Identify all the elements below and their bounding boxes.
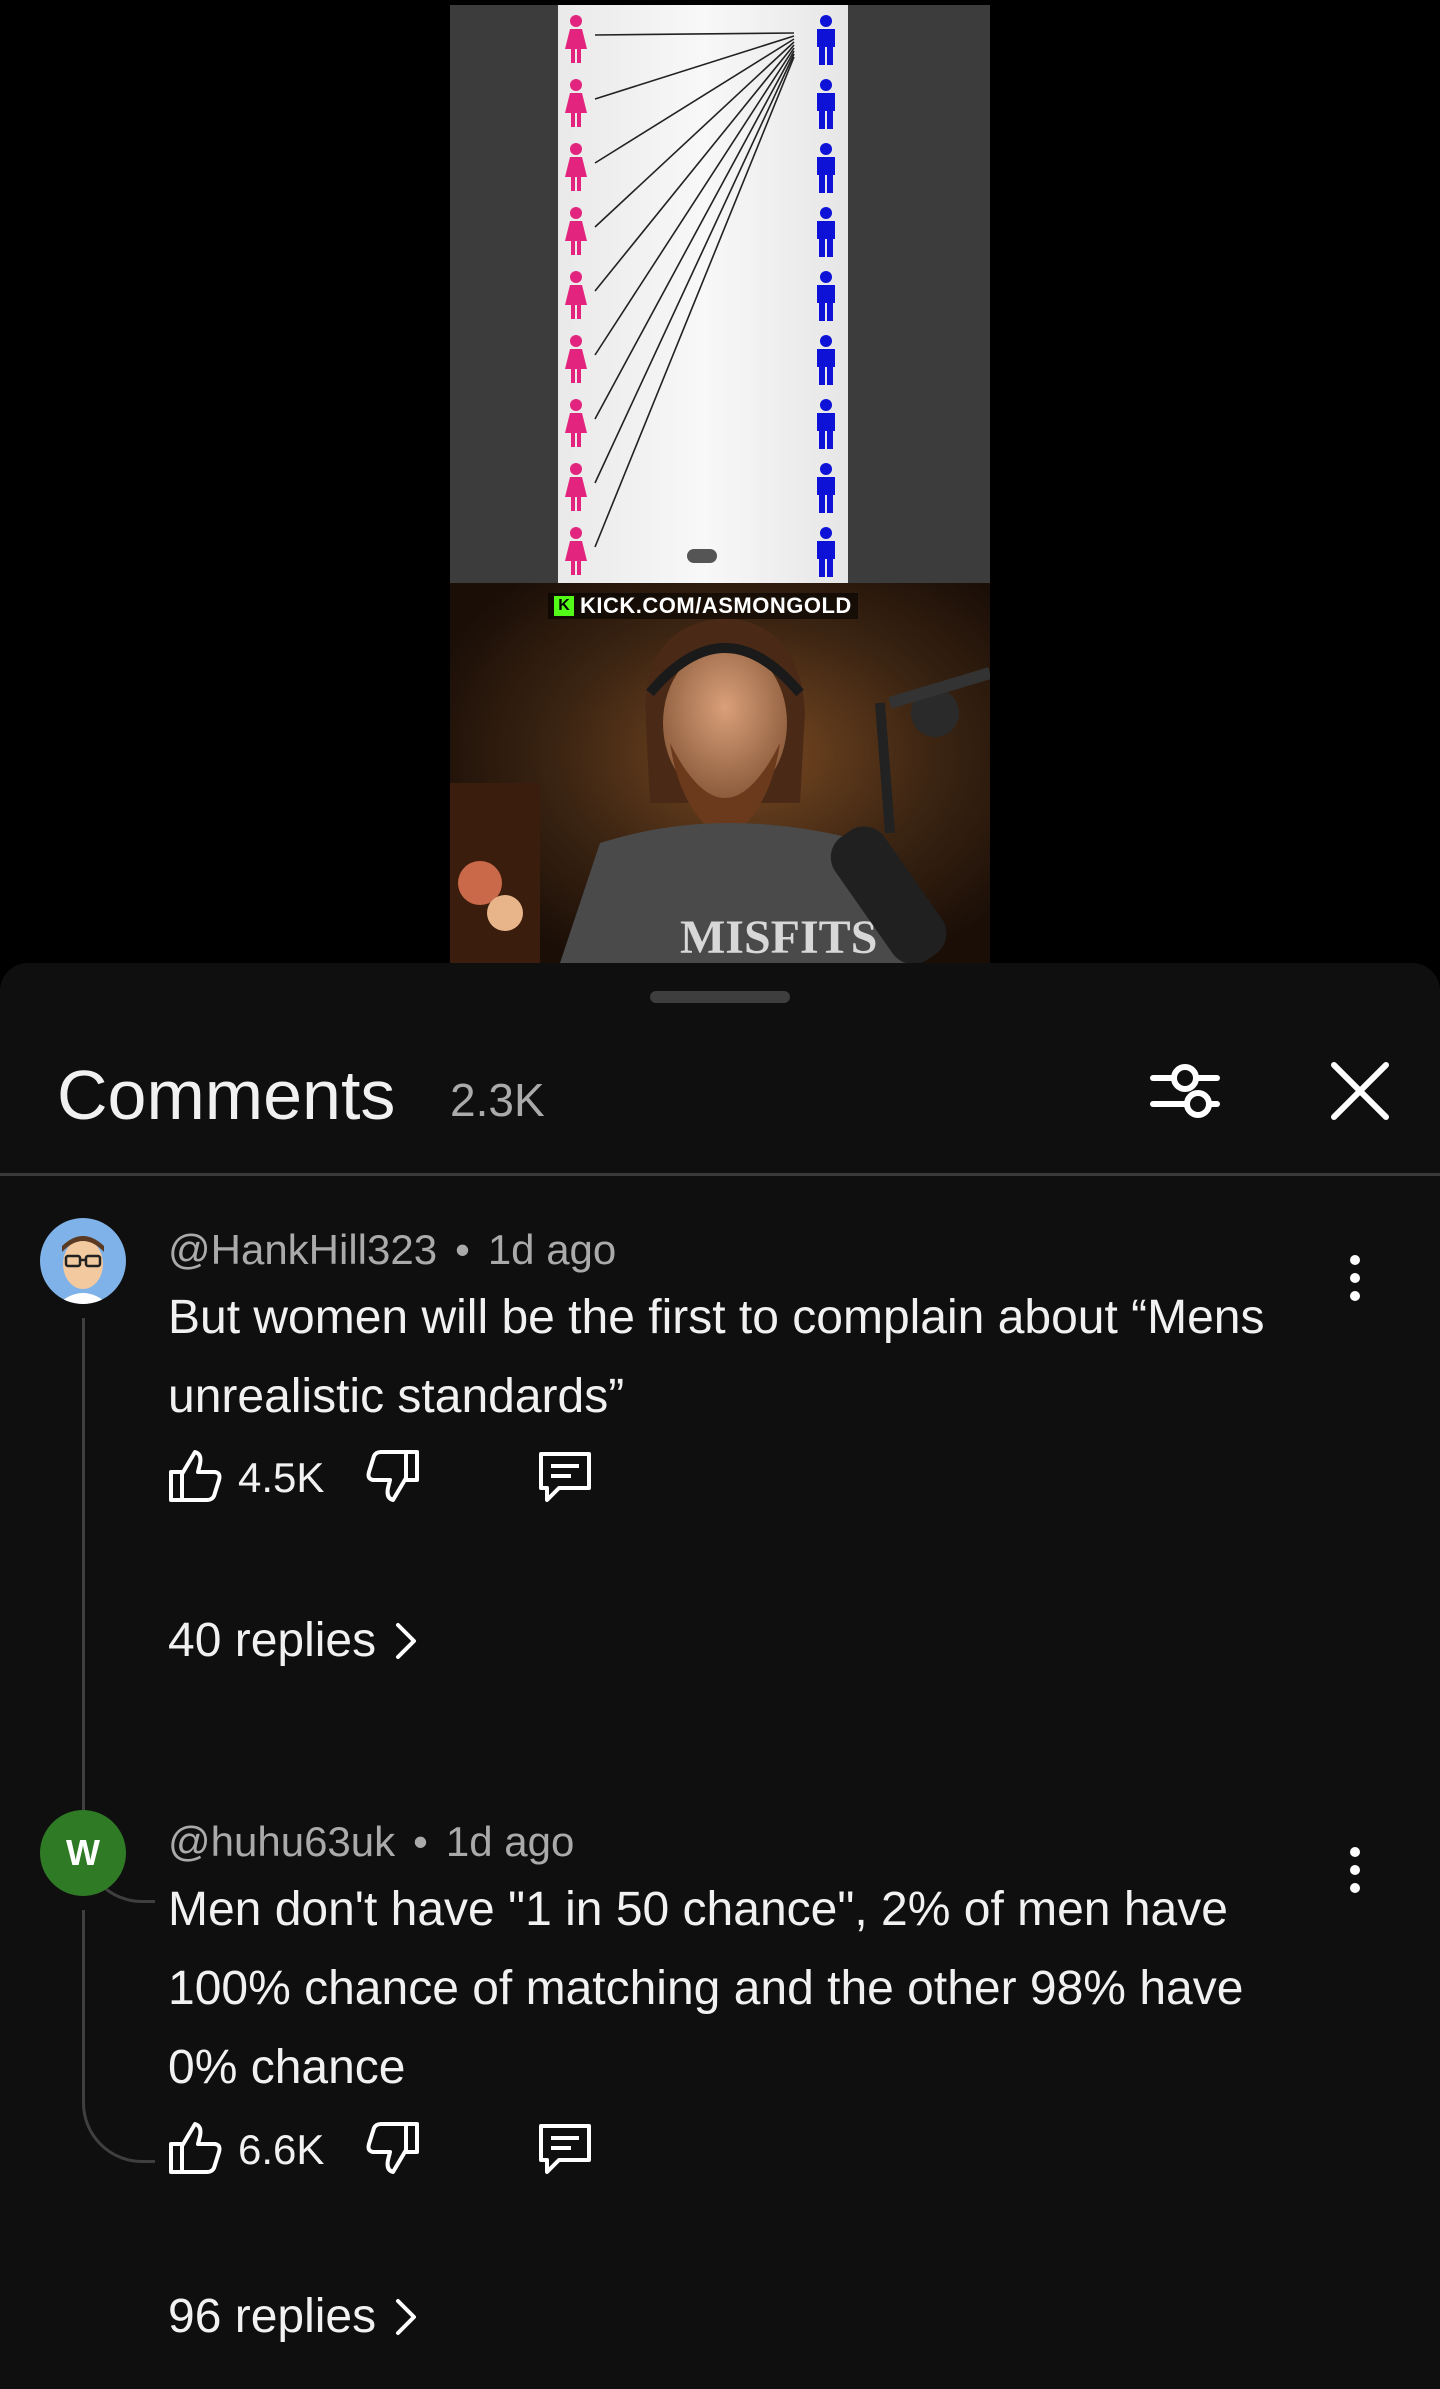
close-button[interactable] bbox=[1320, 1051, 1400, 1131]
man-figure-icon bbox=[817, 79, 835, 129]
comment-text-line: unrealistic standards” bbox=[168, 1370, 625, 1423]
thumbs-down-icon bbox=[366, 2122, 419, 2174]
comments-sheet: Comments 2.3K @HankHill323 • 1d ago But … bbox=[0, 963, 1440, 2389]
comment-text-line: Men don't have "1 in 50 chance", 2% of m… bbox=[168, 1883, 1228, 1936]
like-count: 4.5K bbox=[238, 1454, 325, 1501]
match-line bbox=[594, 47, 795, 356]
woman-figure-icon bbox=[565, 207, 587, 255]
separator-dot: • bbox=[413, 1818, 428, 1865]
replies-count: 40 replies bbox=[168, 1614, 377, 1667]
reply-button[interactable] bbox=[535, 2118, 595, 2178]
man-figure-icon bbox=[817, 207, 835, 257]
man-figure-icon bbox=[817, 527, 835, 577]
comment-author[interactable]: @huhu63uk bbox=[168, 1818, 395, 1865]
filter-sliders-icon bbox=[1150, 1064, 1220, 1118]
cartoon-avatar-icon bbox=[40, 1218, 126, 1304]
replies-count: 96 replies bbox=[168, 2290, 377, 2343]
view-replies-link[interactable]: 96 replies bbox=[168, 2289, 420, 2344]
man-figure-icon bbox=[817, 463, 835, 513]
header-divider bbox=[0, 1173, 1440, 1176]
matching-diagram bbox=[565, 15, 835, 577]
thumbs-down-icon bbox=[366, 1450, 419, 1502]
comment-reply-icon bbox=[539, 2124, 591, 2174]
thumbs-up-icon bbox=[169, 2122, 222, 2174]
man-figure-icon bbox=[817, 399, 835, 449]
separator-dot: • bbox=[455, 1226, 470, 1273]
comment-reply-icon bbox=[539, 1452, 591, 1502]
woman-figure-icon bbox=[565, 143, 587, 191]
dislike-button[interactable] bbox=[363, 2118, 423, 2178]
reply-button[interactable] bbox=[535, 1446, 595, 1506]
sort-filter-button[interactable] bbox=[1145, 1051, 1225, 1131]
svg-text:MISFITS: MISFITS bbox=[680, 911, 877, 963]
drag-handle[interactable] bbox=[650, 991, 790, 1003]
dislike-button[interactable] bbox=[363, 1446, 423, 1506]
comment-text-line: But women will be the first to complain … bbox=[168, 1291, 1265, 1344]
comment-time: 1d ago bbox=[487, 1226, 617, 1273]
comment-text: Men don't have "1 in 50 chance", 2% of m… bbox=[168, 1870, 1368, 2107]
avatar[interactable] bbox=[40, 1218, 126, 1304]
comments-count: 2.3K bbox=[450, 1074, 545, 1126]
man-figure-icon bbox=[817, 335, 835, 385]
comment-actions: 4.5K bbox=[165, 1446, 765, 1516]
kick-logo-icon: K bbox=[554, 596, 574, 616]
watermark-text: KICK.COM/ASMONGOLD bbox=[580, 593, 852, 618]
match-line bbox=[594, 53, 795, 484]
comments-header: Comments 2.3K bbox=[0, 1043, 1440, 1143]
match-line bbox=[594, 44, 795, 292]
comment-time: 1d ago bbox=[445, 1818, 575, 1865]
match-line bbox=[594, 38, 795, 164]
view-replies-link[interactable]: 40 replies bbox=[168, 1613, 420, 1668]
comment-text-line: 0% chance bbox=[168, 2041, 406, 2094]
woman-figure-icon bbox=[565, 271, 587, 319]
streamer-image: MISFITS bbox=[450, 618, 990, 963]
woman-figure-icon bbox=[565, 15, 587, 63]
comments-title: Comments bbox=[57, 1056, 396, 1134]
match-line bbox=[594, 50, 795, 420]
webcam-feed: MISFITS K KICK.COM/ASMONGOLD bbox=[450, 583, 990, 963]
comment-meta: @huhu63uk • 1d ago bbox=[168, 1818, 574, 1866]
comment-meta: @HankHill323 • 1d ago bbox=[168, 1226, 616, 1274]
kick-watermark: K KICK.COM/ASMONGOLD bbox=[548, 593, 858, 619]
woman-figure-icon bbox=[565, 399, 587, 447]
page-indicator-icon bbox=[687, 549, 717, 563]
woman-figure-icon bbox=[565, 527, 587, 575]
woman-figure-icon bbox=[565, 79, 587, 127]
match-line bbox=[594, 56, 795, 548]
comment-text-line: 100% chance of matching and the other 98… bbox=[168, 1962, 1244, 2015]
like-button[interactable] bbox=[165, 1446, 225, 1506]
woman-figure-icon bbox=[565, 463, 587, 511]
woman-figure-icon bbox=[565, 335, 587, 383]
thread-connector-line bbox=[82, 1910, 155, 2163]
comment-author[interactable]: @HankHill323 bbox=[168, 1226, 437, 1273]
chevron-right-icon bbox=[396, 1622, 417, 1659]
match-line bbox=[594, 35, 795, 100]
thumbs-up-icon bbox=[169, 1450, 222, 1502]
man-figure-icon bbox=[817, 15, 835, 65]
match-line bbox=[594, 32, 795, 36]
comment-text: But women will be the first to complain … bbox=[168, 1278, 1368, 1436]
comment-actions: 6.6K bbox=[165, 2118, 765, 2188]
like-button[interactable] bbox=[165, 2118, 225, 2178]
close-icon bbox=[1331, 1062, 1389, 1120]
like-count: 6.6K bbox=[238, 2126, 325, 2173]
matching-graphic bbox=[450, 5, 990, 583]
video-player[interactable]: MISFITS K KICK.COM/ASMONGOLD bbox=[450, 0, 990, 963]
avatar-letter: W bbox=[66, 1832, 100, 1873]
match-line bbox=[594, 41, 795, 228]
man-figure-icon bbox=[817, 271, 835, 321]
man-figure-icon bbox=[817, 143, 835, 193]
chevron-right-icon bbox=[396, 2298, 417, 2335]
avatar[interactable]: W bbox=[40, 1810, 126, 1896]
